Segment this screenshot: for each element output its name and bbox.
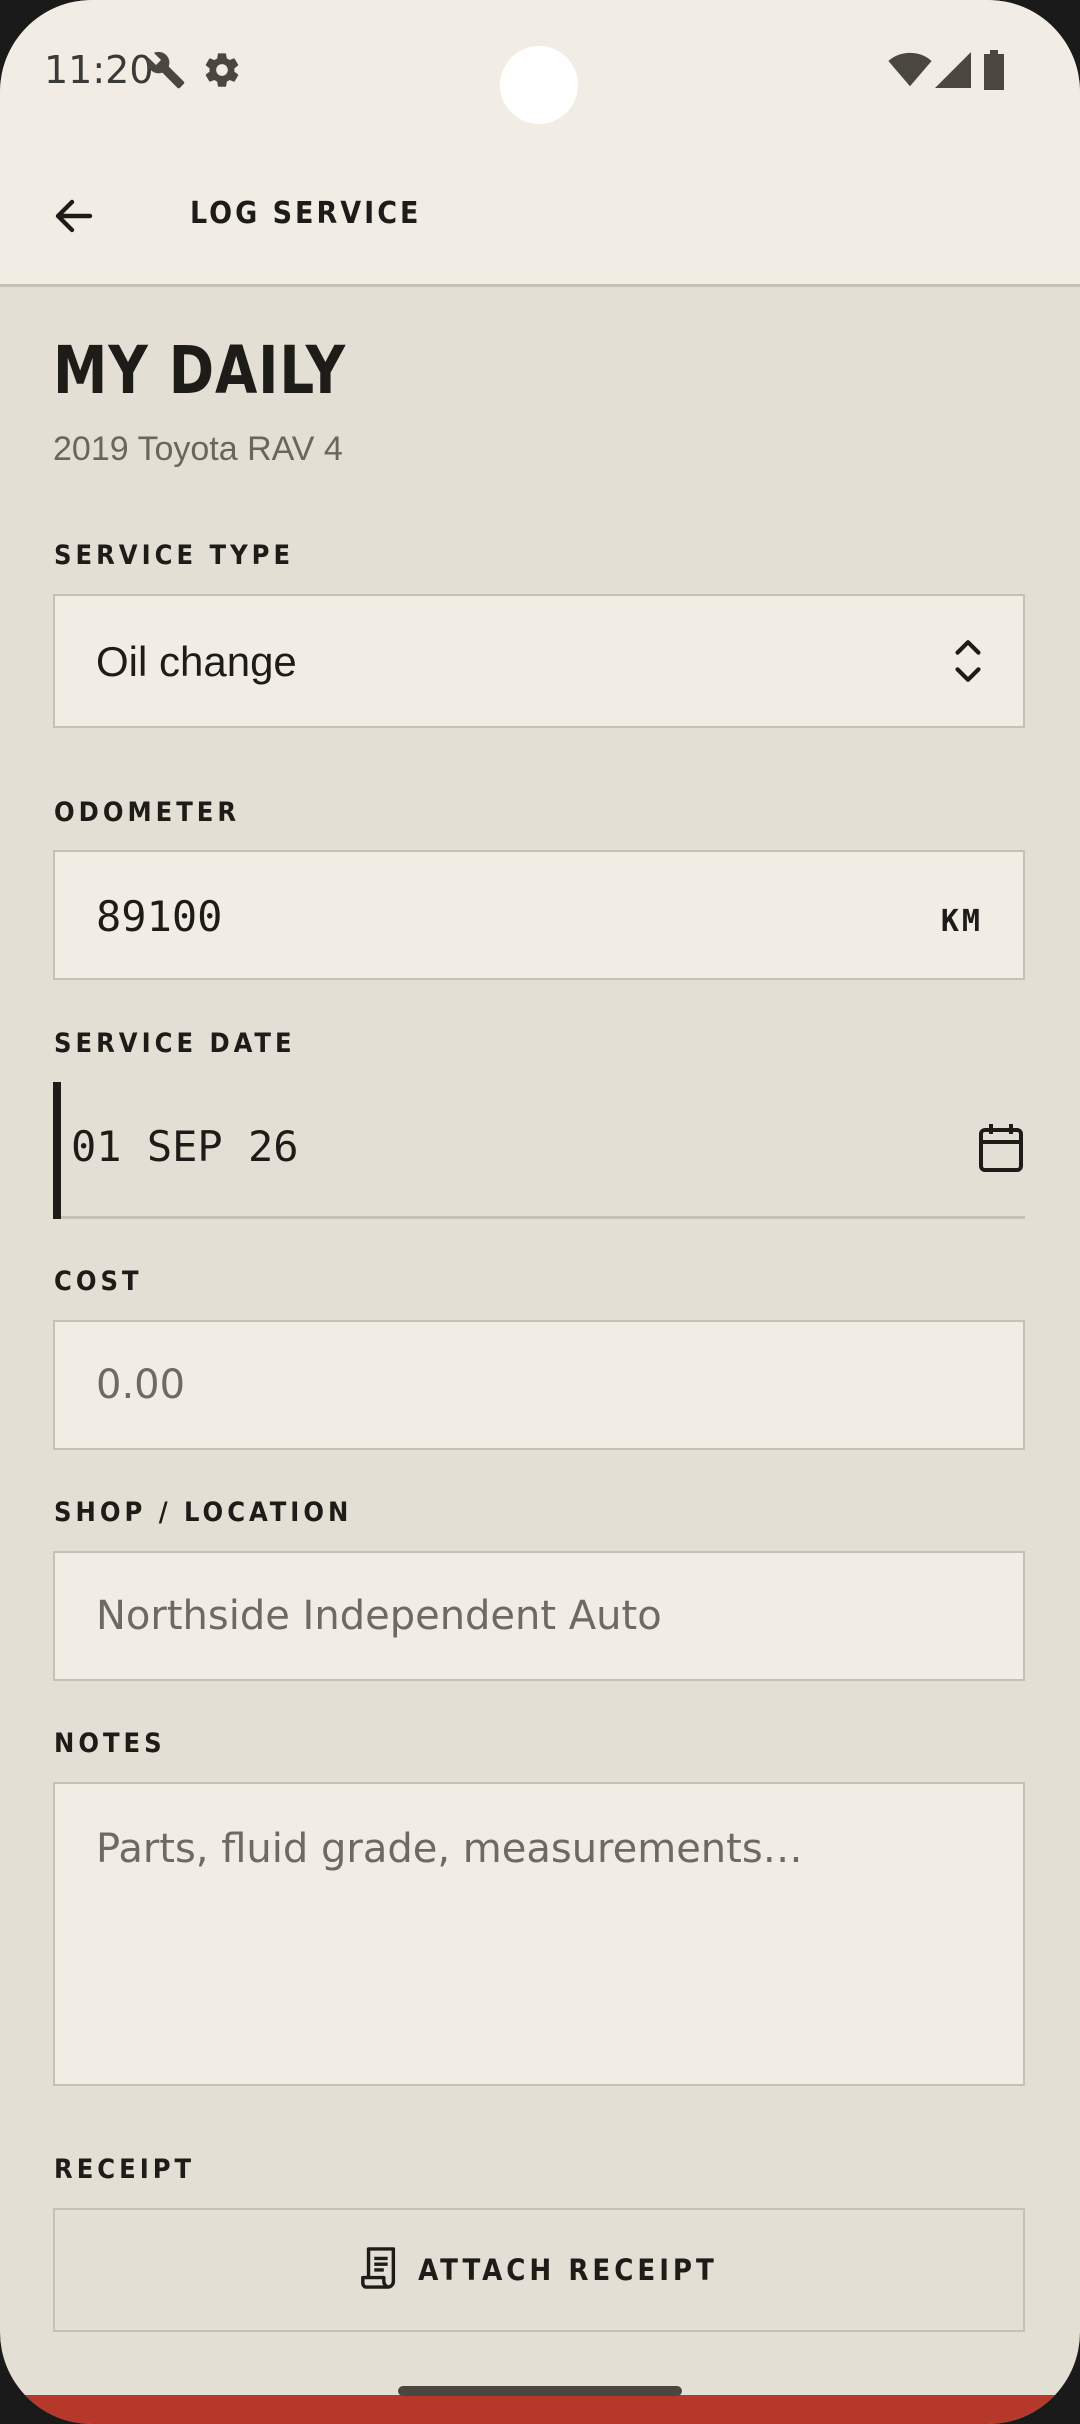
camera-cutout (500, 46, 578, 124)
notes-label: NOTES (54, 1728, 166, 1759)
app-bar: LOG SERVICE (0, 150, 1080, 287)
wifi-icon (888, 52, 932, 93)
arrow-back-icon (50, 192, 98, 245)
wrench-icon (146, 50, 186, 95)
odometer-unit: KM (940, 904, 983, 939)
service-type-label: SERVICE TYPE (54, 540, 295, 571)
signal-icon (934, 52, 972, 93)
calendar-icon[interactable] (977, 1122, 1025, 1179)
focus-indicator (53, 1082, 61, 1219)
shop-placeholder: Northside Independent Auto (96, 1593, 662, 1639)
odometer-value: 89100 (96, 892, 223, 941)
status-bar: 11:20 (0, 0, 1080, 150)
service-type-select[interactable]: Oil change (53, 594, 1025, 728)
shop-label: SHOP / LOCATION (54, 1497, 353, 1528)
unfold-icon (953, 638, 983, 689)
service-type-value: Oil change (96, 638, 297, 685)
back-button[interactable] (40, 184, 108, 252)
attach-receipt-button[interactable]: ATTACH RECEIPT (53, 2208, 1025, 2332)
vehicle-name: MY DAILY (53, 332, 347, 409)
notes-placeholder: Parts, fluid grade, measurements… (96, 1826, 803, 1872)
service-date-value: 01 SEP 26 (71, 1122, 299, 1171)
receipt-icon (360, 2246, 400, 2294)
settings-gear-icon (202, 50, 242, 95)
bottom-action-bar[interactable] (0, 2395, 1080, 2424)
cost-label: COST (54, 1266, 143, 1297)
notes-textarea[interactable]: Parts, fluid grade, measurements… (53, 1782, 1025, 2086)
cost-input[interactable]: 0.00 (53, 1320, 1025, 1450)
vehicle-details: 2019 Toyota RAV 4 (53, 430, 343, 468)
battery-icon (982, 50, 1006, 95)
service-date-label: SERVICE DATE (54, 1028, 296, 1059)
shop-input[interactable]: Northside Independent Auto (53, 1551, 1025, 1681)
phone-screen: 11:20 LOG SERVICE MY DAILY 2019 Toyota R… (0, 0, 1080, 2424)
cost-placeholder: 0.00 (96, 1362, 186, 1408)
receipt-label: RECEIPT (54, 2154, 196, 2185)
home-indicator[interactable] (398, 2386, 682, 2396)
status-time: 11:20 (44, 48, 154, 92)
service-date-input[interactable]: 01 SEP 26 (53, 1082, 1025, 1219)
page-title: LOG SERVICE (190, 196, 422, 231)
attach-receipt-label: ATTACH RECEIPT (418, 2253, 718, 2287)
odometer-label: ODOMETER (54, 797, 241, 828)
odometer-input[interactable]: 89100 KM (53, 850, 1025, 980)
